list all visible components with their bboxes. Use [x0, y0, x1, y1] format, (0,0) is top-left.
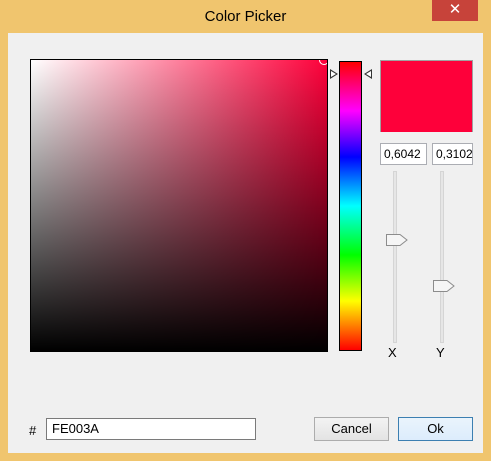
saturation-value-marker[interactable] — [319, 60, 327, 65]
hex-color-input[interactable]: FE003A — [46, 418, 256, 440]
x-slider-thumb[interactable] — [386, 234, 408, 246]
window-title: Color Picker — [204, 8, 287, 25]
cancel-button[interactable]: Cancel — [314, 417, 389, 441]
y-slider-label: Y — [436, 345, 445, 360]
original-color-swatch — [381, 97, 472, 132]
x-slider-label: X — [388, 345, 397, 360]
y-slider-thumb[interactable] — [433, 280, 455, 292]
saturation-value-area[interactable] — [30, 59, 328, 352]
title-bar: Color Picker ✕ — [0, 0, 491, 33]
x-slider-track[interactable] — [393, 171, 397, 343]
y-slider-track[interactable] — [440, 171, 444, 343]
close-button[interactable]: ✕ — [432, 0, 478, 21]
y-value-field[interactable]: 0,3102 — [432, 143, 473, 165]
new-color-swatch — [381, 61, 472, 98]
close-icon: ✕ — [448, 1, 462, 18]
x-value-field[interactable]: 0,6042 — [380, 143, 427, 165]
color-preview — [380, 60, 473, 132]
hue-marker-right-icon[interactable] — [364, 69, 372, 79]
ok-button[interactable]: Ok — [398, 417, 473, 441]
hue-slider[interactable] — [339, 61, 362, 351]
hue-marker-left-icon[interactable] — [330, 69, 338, 79]
color-picker-window: Color Picker ✕ 0,6042 0,3102 X Y # FE003… — [0, 0, 491, 461]
dialog-body: 0,6042 0,3102 X Y # FE003A Cancel Ok — [8, 33, 483, 453]
hex-prefix-label: # — [29, 423, 37, 438]
